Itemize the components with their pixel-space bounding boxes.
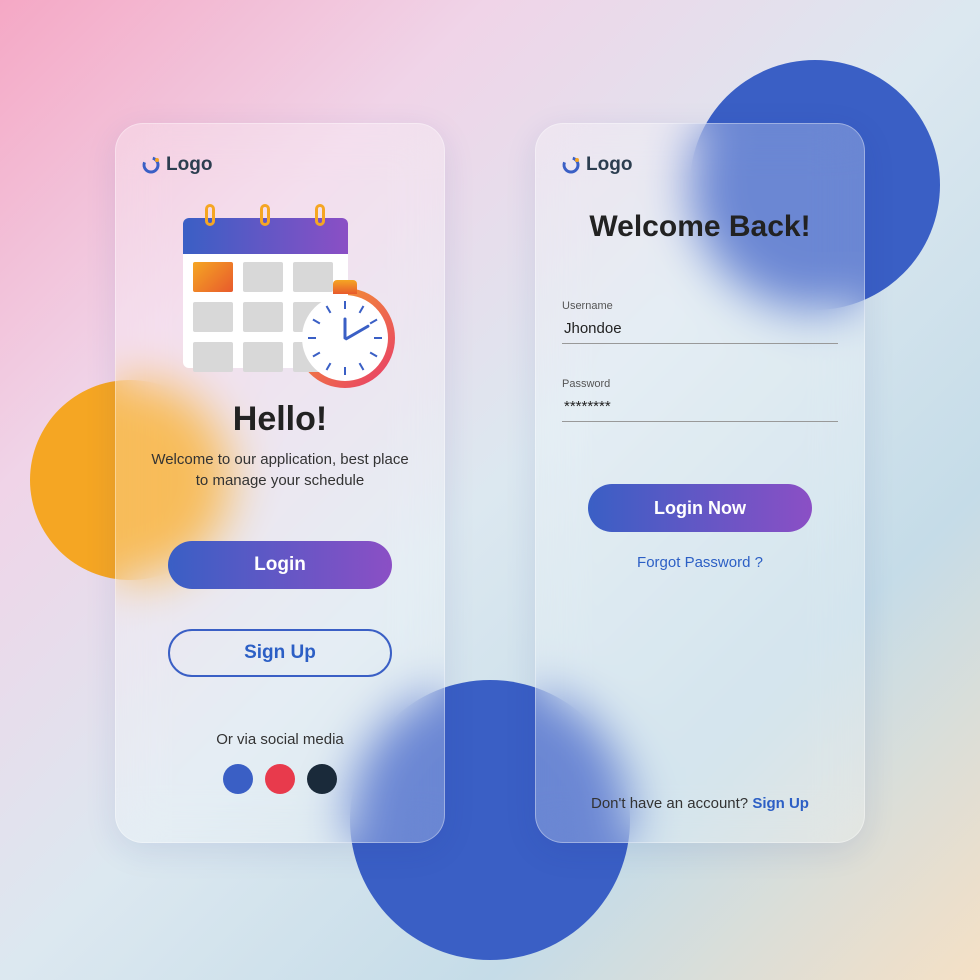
clock-icon (295, 288, 395, 388)
welcome-subtitle: Welcome to our application, best place t… (142, 449, 418, 491)
signup-footer: Don't have an account? Sign Up (562, 795, 838, 812)
username-label: Username (562, 300, 838, 312)
login-title: Welcome Back! (562, 210, 838, 244)
password-input[interactable] (562, 394, 838, 422)
footer-signup-link[interactable]: Sign Up (752, 795, 809, 812)
login-now-button[interactable]: Login Now (588, 484, 812, 532)
apple-icon[interactable] (307, 764, 337, 794)
login-card: Logo Welcome Back! Username Password Log… (535, 123, 865, 843)
password-field: Password (562, 378, 838, 422)
welcome-card: Logo (115, 123, 445, 843)
footer-text: Don't have an account? (591, 795, 752, 812)
forgot-password-link[interactable]: Forgot Password ? (562, 554, 838, 571)
welcome-title: Hello! (142, 400, 418, 439)
social-row (142, 764, 418, 794)
password-label: Password (562, 378, 838, 390)
brand-logo: Logo (562, 154, 838, 176)
username-input[interactable] (562, 316, 838, 344)
brand-name: Logo (166, 154, 212, 176)
brand-logo: Logo (142, 154, 418, 176)
calendar-clock-illustration (175, 200, 385, 380)
username-field: Username (562, 300, 838, 344)
signup-button[interactable]: Sign Up (168, 629, 392, 677)
facebook-icon[interactable] (223, 764, 253, 794)
logo-icon (142, 156, 160, 174)
social-label: Or via social media (142, 731, 418, 748)
logo-icon (562, 156, 580, 174)
brand-name: Logo (586, 154, 632, 176)
login-button[interactable]: Login (168, 541, 392, 589)
google-icon[interactable] (265, 764, 295, 794)
